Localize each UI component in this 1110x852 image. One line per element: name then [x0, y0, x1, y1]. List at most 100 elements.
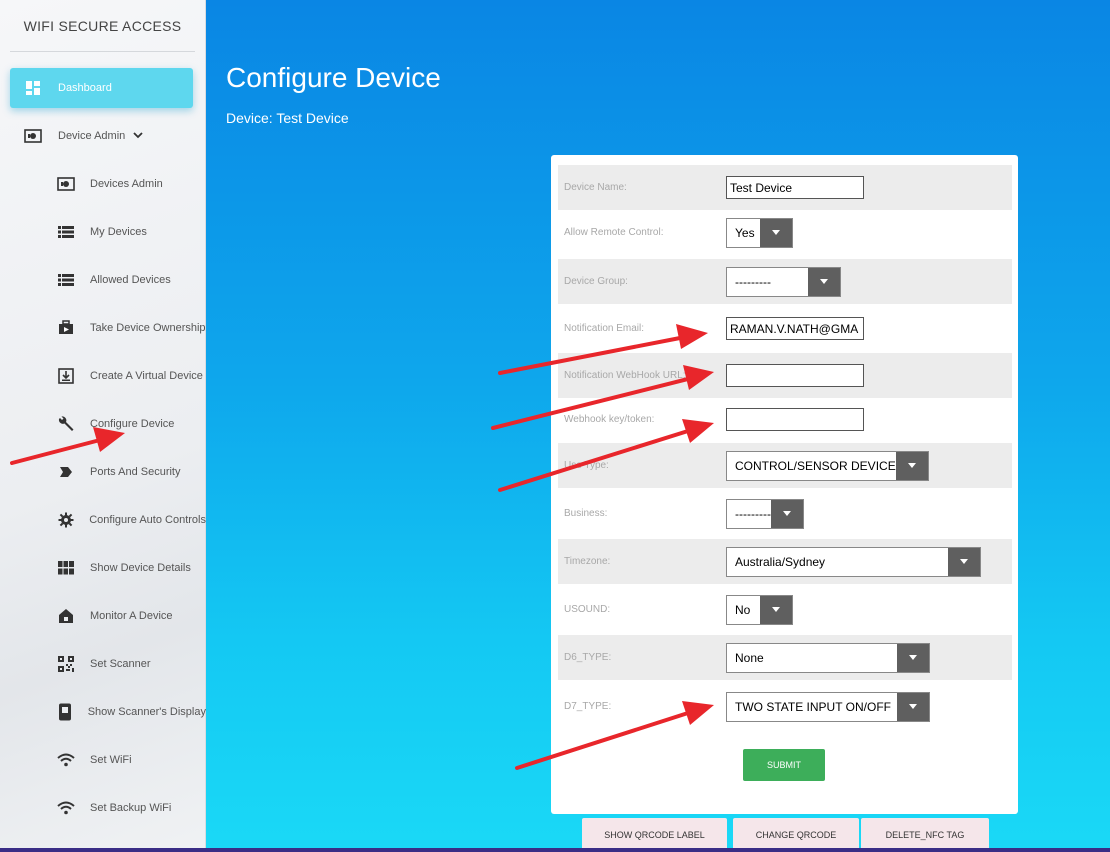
briefcase-icon: [57, 319, 75, 337]
sidebar-item-device-admin[interactable]: Device Admin: [10, 116, 206, 156]
chevron-down-icon[interactable]: [133, 130, 143, 142]
form-row-d6-type: D6_TYPE: None: [558, 635, 1012, 680]
sidebar-item-set-wifi[interactable]: Set WiFi: [10, 740, 206, 780]
d7-type-select[interactable]: TWO STATE INPUT ON/OFF: [726, 691, 930, 722]
main-content: Configure Device Device: Test Device Dev…: [206, 0, 1110, 852]
business-select[interactable]: ---------: [726, 498, 804, 529]
field-label: D6_TYPE:: [564, 652, 612, 663]
sidebar-item-label: Set WiFi: [90, 754, 132, 766]
sidebar-item-take-device-ownership[interactable]: Take Device Ownership: [10, 308, 206, 348]
select-value: Australia/Sydney: [735, 554, 826, 569]
change-qrcode-button[interactable]: CHANGE QRCODE: [733, 818, 859, 852]
field-label: D7_TYPE:: [564, 701, 612, 712]
sidebar-item-configure-auto-controls[interactable]: Configure Auto Controls: [10, 500, 206, 540]
sidebar-item-my-devices[interactable]: My Devices: [10, 212, 206, 252]
chevron-down-icon: [760, 218, 792, 247]
form-row-allow-remote-control: Allow Remote Control: Yes: [558, 210, 1012, 255]
notification-webhook-url-input[interactable]: [726, 364, 864, 387]
chevron-down-icon: [897, 643, 929, 672]
form-row-webhook-key: Webhook key/token:: [558, 397, 1012, 442]
sidebar-item-set-backup-wifi[interactable]: Set Backup WiFi: [10, 788, 206, 828]
sidebar-item-label: Show Scanner's Display: [87, 706, 206, 718]
sidebar-item-label: Set Backup WiFi: [90, 802, 172, 814]
form-row-notification-webhook-url: Notification WebHook URL:: [558, 353, 1012, 398]
wrench-icon: [57, 415, 75, 433]
page-subtitle: Device: Test Device: [226, 110, 349, 126]
chevron-down-icon: [771, 499, 803, 528]
sidebar-item-label: Create A Virtual Device: [90, 370, 203, 382]
field-label: Timezone:: [564, 556, 611, 567]
sidebar-item-label: Set Scanner: [90, 658, 151, 670]
select-value: ---------: [735, 506, 771, 521]
d6-type-select[interactable]: None: [726, 642, 930, 673]
sidebar-item-label: Show Device Details: [90, 562, 191, 574]
allow-remote-control-select[interactable]: Yes: [726, 217, 793, 248]
sidebar-item-dashboard[interactable]: Dashboard: [10, 68, 193, 108]
sidebar-item-show-scanners-display[interactable]: Show Scanner's Display: [10, 692, 206, 732]
sidebar-item-ports-and-security[interactable]: Ports And Security: [10, 452, 206, 492]
device-name-input[interactable]: Test Device: [726, 176, 864, 199]
usound-select[interactable]: No: [726, 594, 793, 625]
sidebar-item-create-virtual-device[interactable]: Create A Virtual Device: [10, 356, 206, 396]
sidebar-item-label: Ports And Security: [90, 466, 181, 478]
select-value: CONTROL/SENSOR DEVICE: [735, 458, 896, 473]
chevron-down-icon: [897, 692, 929, 721]
gear-icon: [57, 511, 74, 529]
field-label: Allow Remote Control:: [564, 227, 664, 238]
use-type-select[interactable]: CONTROL/SENSOR DEVICE: [726, 450, 929, 481]
brand-title: WIFI SECURE ACCESS: [10, 0, 195, 52]
sidebar-item-monitor-a-device[interactable]: Monitor A Device: [10, 596, 206, 636]
select-value: None: [735, 650, 764, 665]
field-label: Notification Email:: [564, 323, 645, 334]
bottom-border: [0, 848, 1110, 852]
sidebar-item-label: Devices Admin: [90, 178, 163, 190]
page-title: Configure Device: [226, 62, 441, 93]
sidebar-item-configure-device[interactable]: Configure Device: [10, 404, 206, 444]
field-label: Notification WebHook URL:: [564, 370, 686, 381]
phone-icon: [57, 703, 73, 721]
wifi-icon: [57, 751, 75, 769]
wifi-icon: [57, 799, 75, 817]
sidebar-item-devices-admin[interactable]: Devices Admin: [10, 164, 206, 204]
form-row-use-type: Use Type: CONTROL/SENSOR DEVICE: [558, 443, 1012, 488]
field-label: Webhook key/token:: [564, 414, 655, 425]
device-admin-icon: [24, 127, 42, 145]
show-qrcode-label-button[interactable]: SHOW QRCODE LABEL: [582, 818, 727, 852]
sidebar-item-label: Allowed Devices: [90, 274, 171, 286]
chevron-down-icon: [808, 267, 840, 296]
select-value: ---------: [735, 274, 771, 289]
device-group-select[interactable]: ---------: [726, 266, 841, 297]
form-row-device-name: Device Name: Test Device: [558, 165, 1012, 210]
chevron-down-icon: [896, 451, 928, 480]
notification-email-input[interactable]: RAMAN.V.NATH@GMA: [726, 317, 864, 340]
select-value: Yes: [735, 225, 755, 240]
form-row-business: Business: ---------: [558, 491, 1012, 536]
grid-icon: [57, 559, 75, 577]
form-row-timezone: Timezone: Australia/Sydney: [558, 539, 1012, 584]
delete-nfc-tag-button[interactable]: DELETE_NFC TAG: [861, 818, 989, 852]
list-icon: [57, 223, 75, 241]
timezone-select[interactable]: Australia/Sydney: [726, 546, 981, 577]
sidebar-item-label: Dashboard: [58, 82, 112, 94]
form-row-usound: USOUND: No: [558, 587, 1012, 632]
chevron-down-icon: [760, 595, 792, 624]
sidebar-item-show-device-details[interactable]: Show Device Details: [10, 548, 206, 588]
label-arrow-icon: [57, 463, 75, 481]
sidebar-item-label: Take Device Ownership: [90, 322, 206, 334]
form-row-device-group: Device Group: ---------: [558, 259, 1012, 304]
sidebar-item-label: Configure Device: [90, 418, 175, 430]
field-label: Device Group:: [564, 276, 628, 287]
sidebar-item-allowed-devices[interactable]: Allowed Devices: [10, 260, 206, 300]
sidebar-item-label: Device Admin: [58, 130, 126, 142]
sidebar-item-set-scanner[interactable]: Set Scanner: [10, 644, 206, 684]
list-icon: [57, 271, 75, 289]
configure-device-form: Device Name: Test Device Allow Remote Co…: [551, 155, 1018, 814]
sidebar-item-label: Configure Auto Controls: [89, 514, 206, 526]
webhook-key-input[interactable]: [726, 408, 864, 431]
download-box-icon: [57, 367, 75, 385]
submit-button[interactable]: SUBMIT: [743, 749, 825, 781]
field-label: Business:: [564, 508, 608, 519]
field-label: Device Name:: [564, 182, 627, 193]
sidebar-item-label: Monitor A Device: [90, 610, 173, 622]
select-value: No: [735, 602, 751, 617]
